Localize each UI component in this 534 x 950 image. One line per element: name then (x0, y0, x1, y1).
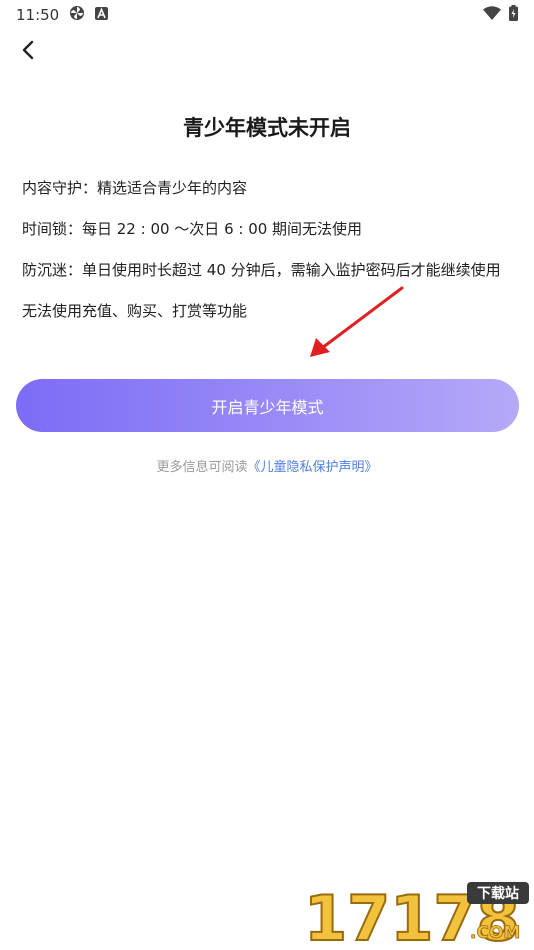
a-badge-icon (95, 6, 109, 24)
battery-icon (509, 5, 518, 25)
chevron-left-icon (21, 40, 35, 64)
status-time: 11:50 (16, 6, 60, 24)
feature-anti-addiction: 防沉迷：单日使用时长超过 40 分钟后，需输入监护密码后才能继续使用 (22, 261, 501, 279)
watermark-domain: .COM (470, 923, 520, 943)
status-left: 11:50 (16, 5, 109, 25)
feature-no-payment: 无法使用充值、购买、打赏等功能 (22, 302, 248, 320)
feature-time-lock: 时间锁：每日 22 : 00 ～次日 6 : 00 期间无法使用 (22, 220, 363, 238)
privacy-statement-link[interactable]: 《儿童隐私保护声明》 (248, 460, 378, 475)
feature-list: 内容守护：精选适合青少年的内容 时间锁：每日 22 : 00 ～次日 6 : 0… (22, 178, 522, 342)
watermark-badge: 下载站 (477, 885, 519, 902)
back-button[interactable] (14, 38, 42, 66)
enable-youth-mode-button[interactable]: 开启青少年模式 (16, 379, 519, 432)
info-line: 更多信息可阅读《儿童隐私保护声明》 (0, 456, 534, 475)
status-right (483, 5, 518, 25)
feature-content-guard: 内容守护：精选适合青少年的内容 (22, 179, 248, 197)
status-bar: 11:50 (0, 0, 534, 30)
annotation-arrow-icon (310, 286, 404, 357)
wifi-icon (483, 6, 501, 24)
site-logo: 17178 下载站 .COM (303, 881, 529, 948)
pinwheel-icon (69, 5, 85, 25)
page-title: 青少年模式未开启 (183, 116, 351, 140)
info-prefix: 更多信息可阅读 (156, 460, 248, 475)
